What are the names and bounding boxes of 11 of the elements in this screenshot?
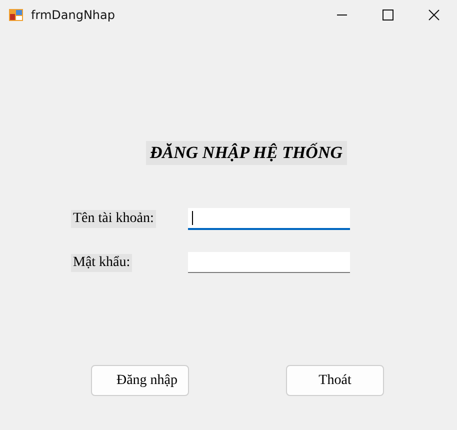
- form-button[interactable]: Thoát: [286, 365, 384, 396]
- maximize-icon[interactable]: [382, 9, 394, 21]
- app-icon: [8, 7, 24, 23]
- field-label: Mật khẩu:: [71, 254, 132, 272]
- field-label: Tên tài khoản:: [71, 210, 156, 228]
- input-field[interactable]: [188, 252, 350, 273]
- form-heading: ĐĂNG NHẬP HỆ THỐNG: [146, 141, 347, 165]
- form-button[interactable]: Đăng nhập: [91, 365, 189, 396]
- input-field[interactable]: [188, 208, 350, 230]
- close-icon[interactable]: [428, 9, 440, 21]
- window-title: frmDangNhap: [31, 8, 116, 22]
